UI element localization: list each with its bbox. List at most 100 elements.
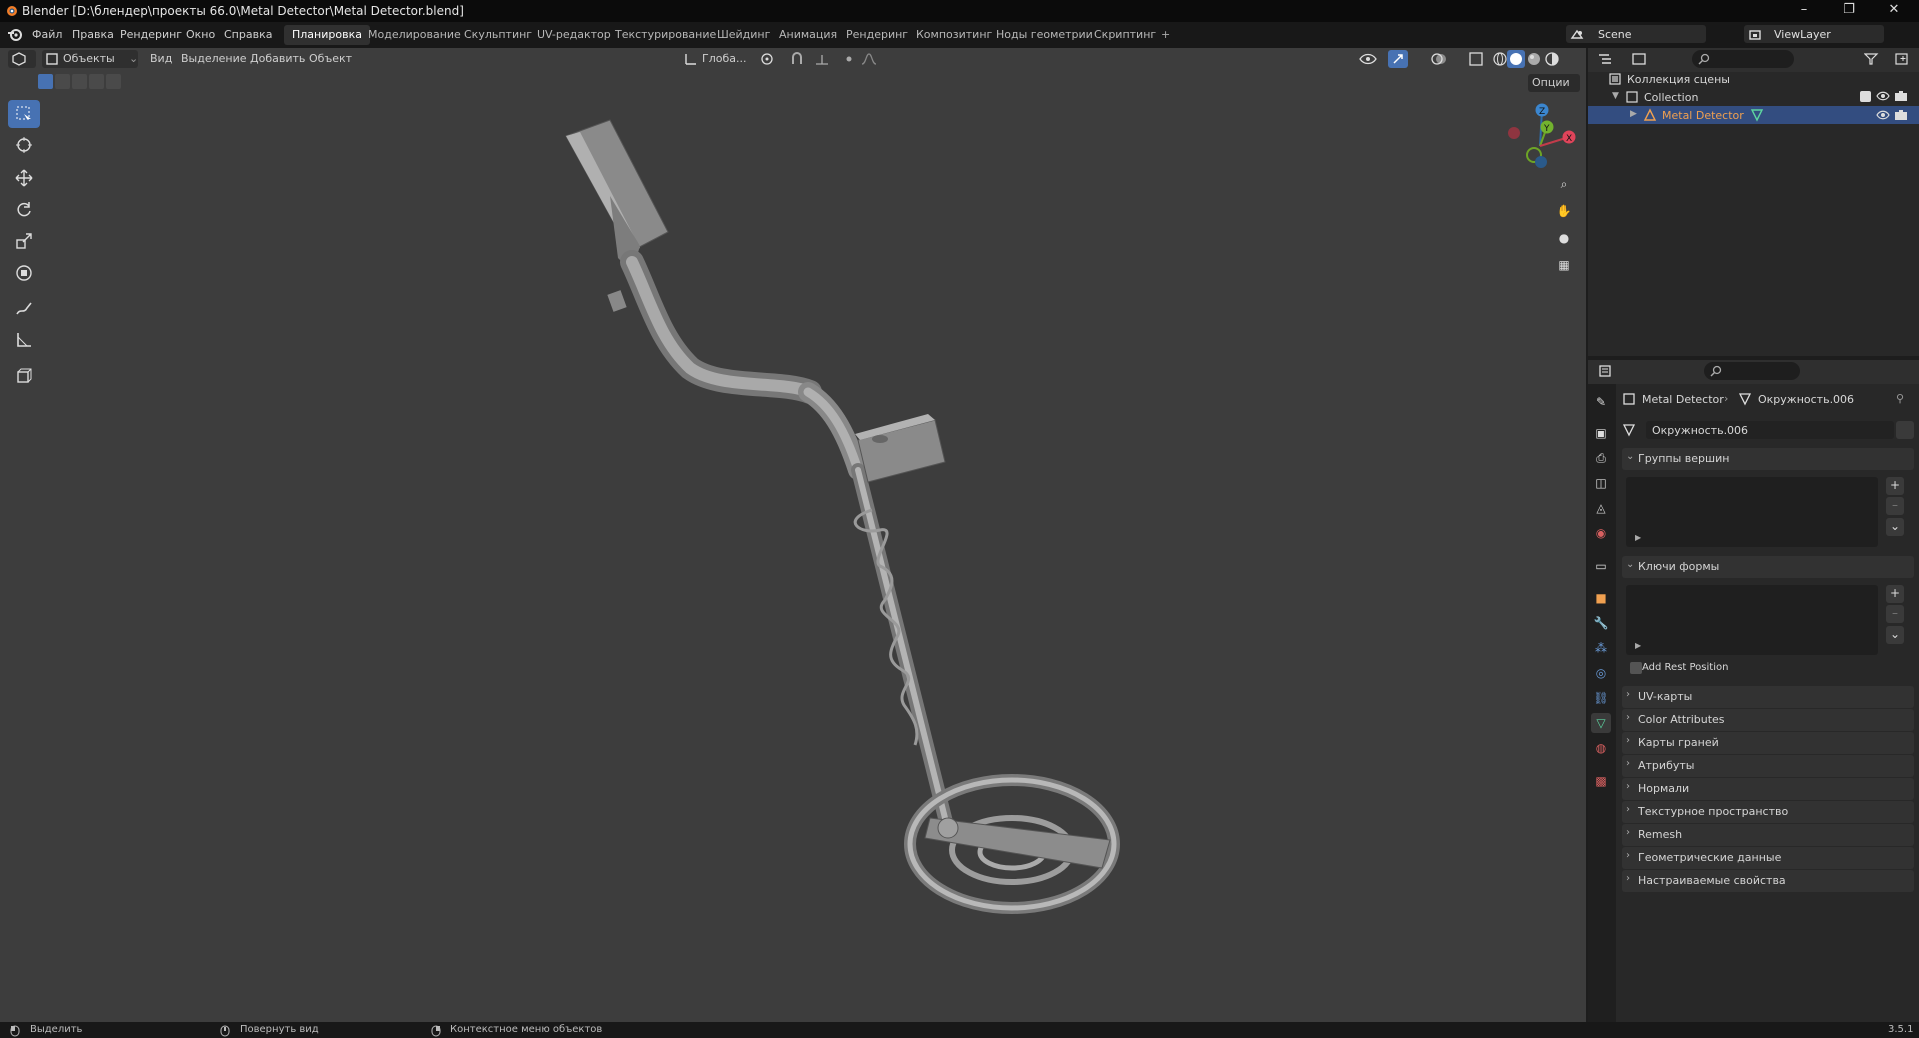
filter-icon[interactable] [1864, 52, 1880, 66]
scale-tool[interactable] [8, 227, 40, 255]
uv-maps-panel-header[interactable]: › UV-карты [1622, 686, 1914, 708]
outliner-root-label[interactable]: Коллекция сцены [1627, 73, 1730, 86]
particles-tab-icon[interactable]: ⁂ [1591, 638, 1611, 658]
menu-select[interactable]: Выделение [181, 52, 247, 65]
tab-rendering[interactable]: Рендеринг [838, 25, 916, 45]
menu-file[interactable]: Файл [32, 28, 62, 41]
xray-icon[interactable] [1468, 51, 1484, 67]
minimize-button[interactable]: – [1781, 0, 1827, 22]
outliner-editor-icon[interactable] [1597, 52, 1615, 66]
3d-viewport[interactable] [0, 48, 1586, 1022]
snap-icon[interactable] [790, 52, 808, 66]
remesh-panel-header[interactable]: › Remesh [1622, 824, 1914, 846]
vertex-group-specials-button[interactable]: ⌄ [1886, 518, 1904, 536]
list-expand-icon[interactable]: ▶ [1635, 533, 1641, 542]
shape-key-specials-button[interactable]: ⌄ [1886, 626, 1904, 644]
object-eye-icon[interactable] [1876, 109, 1890, 121]
face-maps-panel-header[interactable]: › Карты граней [1622, 732, 1914, 754]
cursor-tool[interactable] [8, 131, 40, 159]
orientation-label[interactable]: Глоба... [702, 52, 746, 65]
collection-label[interactable]: Collection [1644, 91, 1698, 104]
texture-space-panel-header[interactable]: › Текстурное пространство [1622, 801, 1914, 823]
display-mode-icon[interactable] [1631, 52, 1649, 66]
select-subtract-button[interactable] [72, 74, 87, 89]
tab-texturing[interactable]: Текстурирование [607, 25, 724, 45]
shape-keys-panel-header[interactable]: ⌄ Ключи формы [1622, 556, 1914, 578]
add-cube-tool[interactable] [8, 361, 40, 389]
menu-edit[interactable]: Правка [72, 28, 114, 41]
output-tab-icon[interactable]: ⎙ [1591, 448, 1611, 468]
camera-icon[interactable]: ● [1553, 227, 1575, 249]
color-attributes-panel-header[interactable]: › Color Attributes [1622, 709, 1914, 731]
material-shading-icon[interactable] [1526, 51, 1542, 67]
wireframe-shading-icon[interactable] [1492, 51, 1508, 67]
add-workspace-button[interactable]: + [1153, 25, 1178, 45]
navigation-gizmo[interactable]: Z Y X [1500, 98, 1580, 174]
menu-view[interactable]: Вид [150, 52, 172, 65]
add-rest-position-checkbox[interactable] [1630, 662, 1642, 674]
object-label[interactable]: Metal Detector [1662, 109, 1744, 122]
rendered-shading-icon[interactable] [1544, 51, 1560, 67]
select-invert-button[interactable] [89, 74, 104, 89]
remove-vertex-group-button[interactable]: – [1886, 497, 1904, 515]
material-tab-icon[interactable]: ◍ [1591, 738, 1611, 758]
select-intersect-button[interactable] [106, 74, 121, 89]
vertex-groups-list[interactable] [1626, 477, 1878, 547]
pan-hand-icon[interactable]: ✋ [1553, 200, 1575, 222]
collection-exclude-checkbox[interactable] [1860, 91, 1871, 102]
tab-shading[interactable]: Шейдинг [709, 25, 778, 45]
world-tab-icon[interactable]: ◉ [1591, 523, 1611, 543]
snap-target-icon[interactable] [814, 52, 832, 66]
menu-object[interactable]: Объект [309, 52, 352, 65]
select-box-tool[interactable] [8, 100, 40, 128]
object-tab-icon[interactable]: ■ [1591, 588, 1611, 608]
add-vertex-group-button[interactable]: + [1886, 477, 1904, 495]
scene-tab-icon[interactable]: ◬ [1591, 498, 1611, 518]
vertex-groups-panel-header[interactable]: ⌄ Группы вершин [1622, 448, 1914, 470]
mesh-data-tab-icon[interactable]: ▽ [1591, 713, 1611, 733]
properties-editor-icon[interactable] [1598, 364, 1616, 378]
scene-selector[interactable] [1566, 25, 1706, 43]
tab-animation[interactable]: Анимация [771, 25, 845, 45]
tab-modeling[interactable]: Моделирование [360, 25, 469, 45]
collection-camera-icon[interactable] [1894, 90, 1908, 102]
collection-eye-icon[interactable] [1876, 90, 1890, 102]
pin-icon[interactable]: ⚲ [1896, 392, 1904, 405]
tab-layout[interactable]: Планировка [284, 25, 370, 45]
tab-geometry-nodes[interactable]: Ноды геометрии [988, 25, 1101, 45]
pivot-icon[interactable] [760, 52, 778, 66]
grid-ortho-icon[interactable]: ▦ [1553, 254, 1575, 276]
texture-tab-icon[interactable]: ▩ [1591, 771, 1611, 791]
menu-render[interactable]: Рендеринг [120, 28, 182, 41]
tool-tab-icon[interactable]: ✎ [1591, 392, 1611, 412]
mesh-datablock-icon[interactable] [1622, 423, 1638, 437]
tab-uv-editor[interactable]: UV-редактор [529, 25, 619, 45]
remove-shape-key-button[interactable]: – [1886, 605, 1904, 623]
measure-tool[interactable] [8, 326, 40, 354]
view-layer-tab-icon[interactable]: ◫ [1591, 473, 1611, 493]
proportional-edit-icon[interactable] [842, 52, 856, 66]
menu-help[interactable]: Справка [224, 28, 272, 41]
shape-keys-list[interactable] [1626, 585, 1878, 655]
move-tool[interactable] [8, 164, 40, 192]
list-expand-icon[interactable]: ▶ [1635, 641, 1641, 650]
constraints-tab-icon[interactable]: ⛓ [1591, 688, 1611, 708]
menu-add[interactable]: Добавить [250, 52, 305, 65]
render-tab-icon[interactable]: ▣ [1591, 423, 1611, 443]
collection-expand-icon[interactable]: ▼ [1612, 91, 1619, 101]
maximize-button[interactable]: ❐ [1826, 0, 1872, 22]
zoom-icon[interactable]: ⌕ [1553, 173, 1575, 195]
visibility-selectable-icon[interactable] [1358, 51, 1378, 67]
normals-panel-header[interactable]: › Нормали [1622, 778, 1914, 800]
custom-properties-panel-header[interactable]: › Настраиваемые свойства [1622, 870, 1914, 892]
select-new-button[interactable] [38, 74, 53, 89]
tab-compositing[interactable]: Композитинг [908, 25, 1000, 45]
object-expand-icon[interactable]: ▶ [1630, 109, 1637, 119]
close-button[interactable]: ✕ [1871, 0, 1917, 22]
select-extend-button[interactable] [55, 74, 70, 89]
fake-user-button[interactable] [1896, 421, 1914, 439]
menu-window[interactable]: Окно [186, 28, 215, 41]
transform-tool[interactable] [8, 259, 40, 287]
rotate-tool[interactable] [8, 196, 40, 224]
new-collection-icon[interactable] [1894, 52, 1910, 66]
